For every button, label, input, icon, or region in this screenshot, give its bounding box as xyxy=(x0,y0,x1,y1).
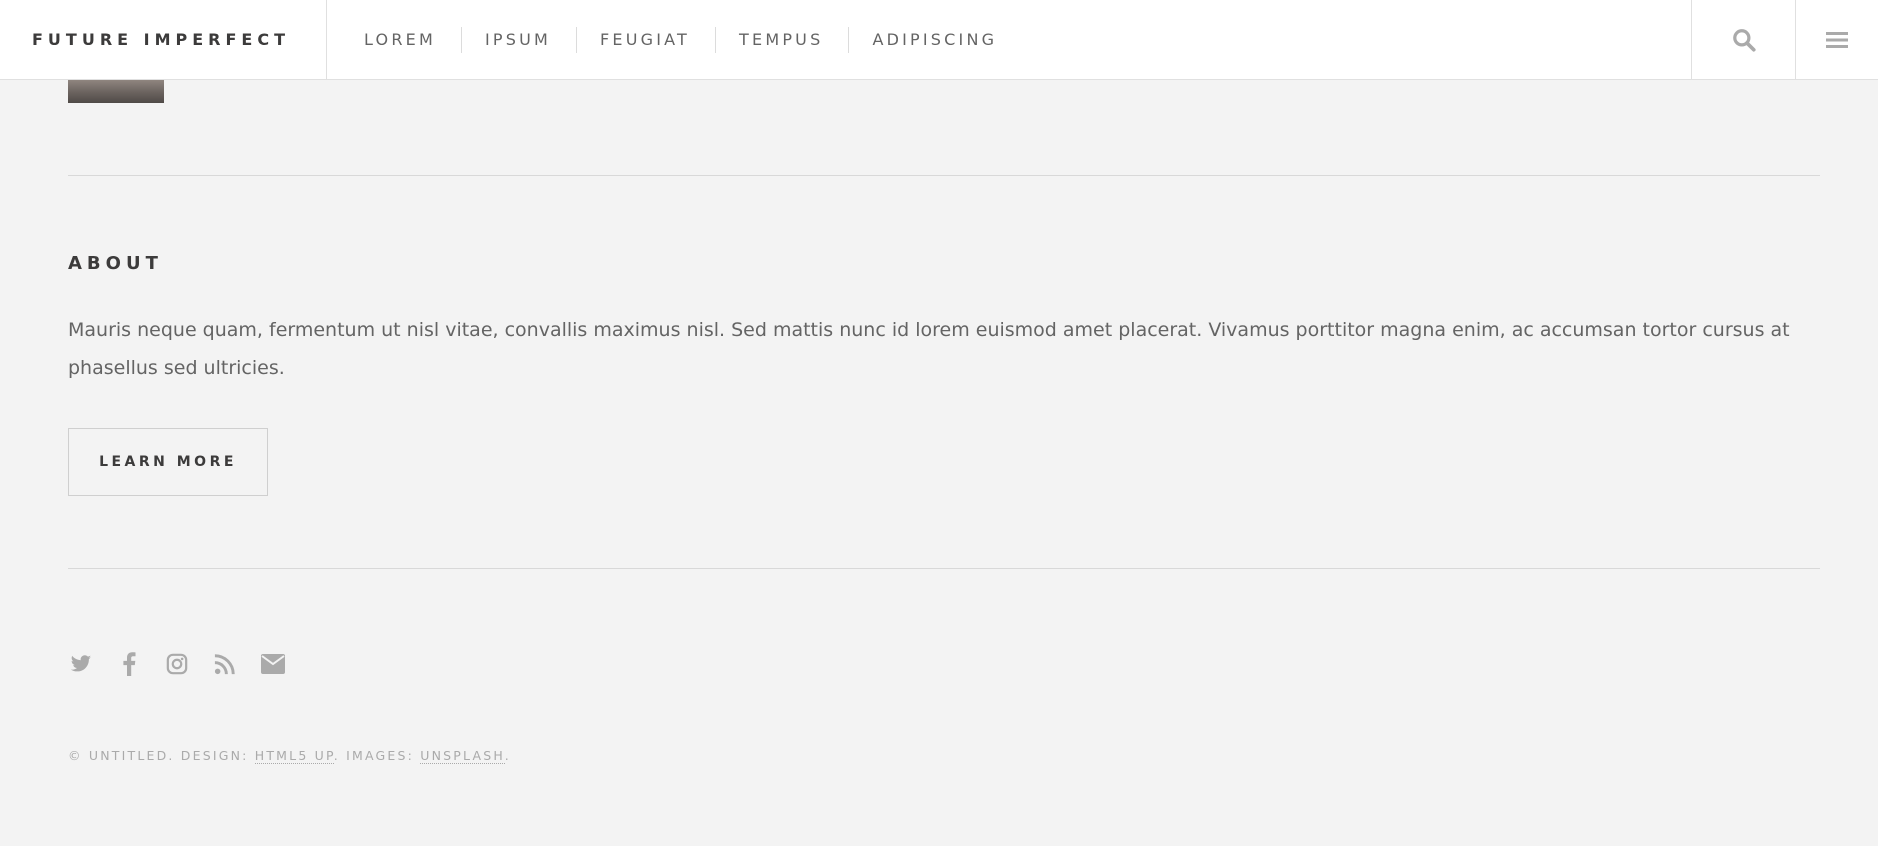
images-credit-link[interactable]: UNSPLASH xyxy=(420,747,505,764)
facebook-icon[interactable] xyxy=(122,652,136,676)
nav-item-adipiscing[interactable]: ADIPISCING xyxy=(872,30,997,49)
design-credit-link[interactable]: HTML5 UP xyxy=(254,747,334,764)
learn-more-label: LEARN MORE xyxy=(99,454,237,470)
facebook-link[interactable] xyxy=(116,651,142,677)
brand[interactable]: FUTURE IMPERFECT xyxy=(0,0,327,79)
nav-separator xyxy=(460,26,462,53)
nav-separator xyxy=(576,26,578,53)
copyright: © UNTITLED. DESIGN: HTML5 UP. IMAGES: UN… xyxy=(68,747,511,764)
copyright-suffix: . xyxy=(504,747,511,763)
about-title: ABOUT xyxy=(68,253,163,274)
images-prefix: . IMAGES: xyxy=(333,747,421,763)
menu-button[interactable] xyxy=(1795,0,1878,79)
nav-item-feugiat[interactable]: FEUGIAT xyxy=(600,30,690,49)
copyright-prefix: © UNTITLED. DESIGN: xyxy=(68,747,255,763)
email-link[interactable] xyxy=(260,651,286,677)
rss-link[interactable] xyxy=(212,651,238,677)
twitter-link[interactable] xyxy=(68,651,94,677)
divider xyxy=(68,175,1820,176)
site-header: FUTURE IMPERFECT LOREM IPSUM FEUGIAT TEM… xyxy=(0,0,1878,80)
learn-more-button[interactable]: LEARN MORE xyxy=(68,428,268,496)
hamburger-menu-icon[interactable] xyxy=(1826,29,1848,51)
nav-separator xyxy=(715,26,717,53)
rss-icon[interactable] xyxy=(214,653,236,675)
divider xyxy=(68,568,1820,569)
search-icon[interactable] xyxy=(1731,27,1757,53)
nav-item-ipsum[interactable]: IPSUM xyxy=(485,30,551,49)
instagram-icon[interactable] xyxy=(166,653,188,675)
social-icons xyxy=(68,651,308,677)
about-text: Mauris neque quam, fermentum ut nisl vit… xyxy=(68,319,1790,379)
nav-item-lorem[interactable]: LOREM xyxy=(364,30,436,49)
brand-title[interactable]: FUTURE IMPERFECT xyxy=(32,30,290,49)
email-icon[interactable] xyxy=(261,654,285,674)
main-nav: LOREM IPSUM FEUGIAT TEMPUS ADIPISCING xyxy=(327,0,997,79)
search-button[interactable] xyxy=(1691,0,1795,79)
instagram-link[interactable] xyxy=(164,651,190,677)
twitter-icon[interactable] xyxy=(69,653,93,675)
nav-separator xyxy=(848,26,850,53)
post-thumbnail[interactable] xyxy=(68,80,164,103)
nav-item-tempus[interactable]: TEMPUS xyxy=(739,30,823,49)
